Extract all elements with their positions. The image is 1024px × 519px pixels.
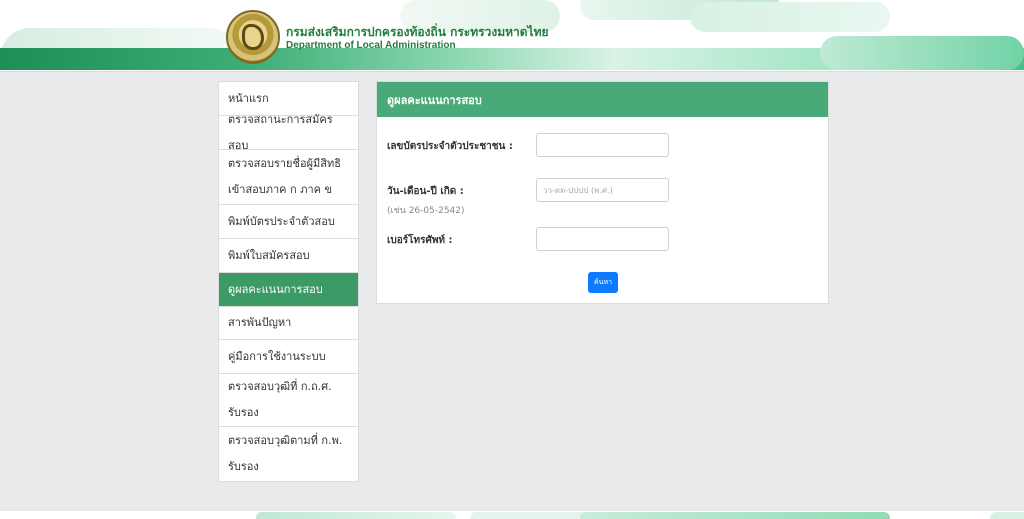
org-name-english: Department of Local Administration: [286, 40, 456, 51]
exam-results-form-card: ดูผลคะแนนการสอบ เลขบัตรประจำตัวประชาชน :…: [376, 81, 829, 304]
phone-label: เบอร์โทรศัพท์ :: [387, 235, 453, 246]
national-id-label: เลขบัตรประจำตัวประชาชน :: [387, 141, 513, 152]
sidebar-item-print-application[interactable]: พิมพ์ใบสมัครสอบ: [219, 239, 358, 273]
sidebar-item-label: ตรวจสอบรายชื่อผู้มีสิทธิเข้าสอบภาค ก ภาค…: [228, 157, 341, 196]
site-header: กรมส่งเสริมการปกครองท้องถิ่น กระทรวงมหาด…: [0, 0, 1024, 72]
sidebar-item-label: คู่มือการใช้งานระบบ: [228, 349, 326, 363]
sidebar-item-degree-check-kp[interactable]: ตรวจสอบวุฒิตามที่ ก.พ. รับรอง: [219, 427, 358, 481]
footer-decoration: [990, 512, 1024, 519]
header-decoration: [690, 2, 890, 32]
sidebar-item-eligible-list[interactable]: ตรวจสอบรายชื่อผู้มีสิทธิเข้าสอบภาค ก ภาค…: [219, 150, 358, 205]
sidebar-item-label: ดูผลคะแนนการสอบ: [228, 282, 323, 296]
sidebar-item-label: พิมพ์บัตรประจำตัวสอบ: [228, 214, 335, 228]
footer-decoration: [470, 512, 590, 519]
national-id-input[interactable]: [536, 133, 669, 157]
card-title: ดูผลคะแนนการสอบ: [377, 82, 828, 117]
sidebar-menu: หน้าแรก ตรวจสถานะการสมัครสอบ ตรวจสอบรายช…: [218, 81, 359, 482]
sidebar-item-application-status[interactable]: ตรวจสถานะการสมัครสอบ: [219, 113, 358, 152]
department-seal-logo[interactable]: [226, 10, 280, 64]
sidebar-item-exam-results[interactable]: ดูผลคะแนนการสอบ: [219, 273, 358, 307]
sidebar-item-user-manual[interactable]: คู่มือการใช้งานระบบ: [219, 340, 358, 374]
sidebar-item-degree-check-kts[interactable]: ตรวจสอบวุฒิที่ ก.ถ.ศ. รับรอง: [219, 374, 358, 427]
phone-input[interactable]: [536, 227, 669, 251]
site-footer: [0, 511, 1024, 519]
footer-decoration: [580, 512, 890, 519]
seal-emblem-icon: [242, 24, 264, 50]
header-decoration: [820, 36, 1024, 70]
sidebar-item-faq[interactable]: สารพันปัญหา: [219, 307, 358, 340]
sidebar-item-label: ตรวจสอบวุฒิที่ ก.ถ.ศ. รับรอง: [228, 380, 332, 419]
sidebar-item-label: ตรวจสอบวุฒิตามที่ ก.พ. รับรอง: [228, 434, 343, 473]
sidebar-item-label: สารพันปัญหา: [228, 316, 292, 329]
birth-date-hint: (เช่น 26-05-2542): [387, 206, 465, 216]
search-button[interactable]: ค้นหา: [588, 272, 618, 293]
sidebar-item-print-exam-card[interactable]: พิมพ์บัตรประจำตัวสอบ: [219, 205, 358, 239]
birth-date-input[interactable]: [536, 178, 669, 202]
footer-decoration: [256, 512, 456, 519]
sidebar-item-label: พิมพ์ใบสมัครสอบ: [228, 248, 310, 262]
birth-date-label: วัน-เดือน-ปี เกิด :: [387, 186, 464, 197]
